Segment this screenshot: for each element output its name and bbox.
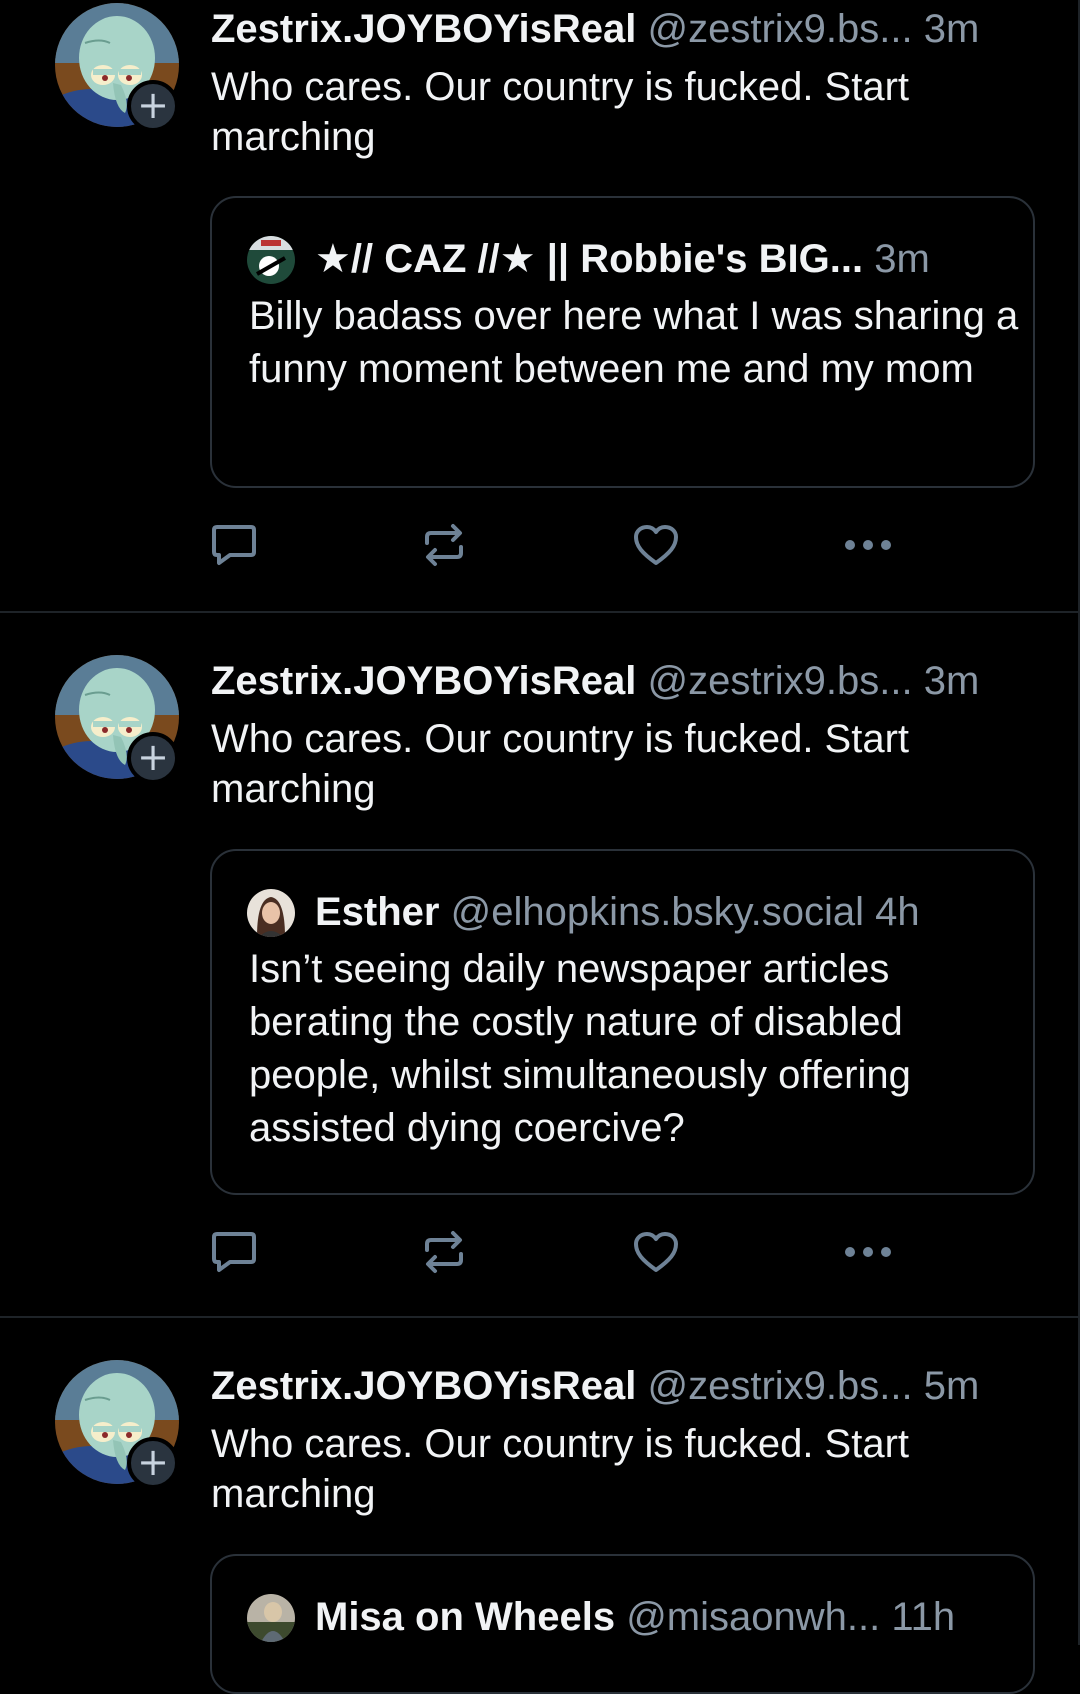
quote-author-name[interactable]: Misa on Wheels bbox=[315, 1595, 615, 1639]
plus-icon: + bbox=[137, 1440, 169, 1484]
reply-button[interactable] bbox=[204, 1222, 264, 1282]
quote-text: Isn’t seeing daily newspaper articles be… bbox=[249, 947, 911, 1150]
repost-button[interactable] bbox=[414, 1222, 474, 1282]
hockey-avatar-icon bbox=[247, 236, 295, 284]
more-options-button[interactable] bbox=[838, 515, 898, 575]
author-name[interactable]: Zestrix.JOYBOYisReal bbox=[211, 1364, 636, 1408]
reply-button[interactable] bbox=[204, 515, 264, 575]
author-name[interactable]: Zestrix.JOYBOYisReal bbox=[211, 659, 636, 703]
quote-author-avatar[interactable] bbox=[247, 889, 295, 937]
repost-button[interactable] bbox=[414, 515, 474, 575]
quote-time[interactable]: 3m bbox=[874, 237, 930, 281]
quote-time[interactable]: 11h bbox=[891, 1595, 955, 1639]
post-1[interactable]: + Zestrix.JOYBOYisReal @zestrix9.bs... 3… bbox=[0, 0, 1078, 611]
post-text: Who cares. Our country is fucked. Start … bbox=[211, 1422, 910, 1516]
quoted-post[interactable]: Esther @elhopkins.bsky.social 4h Isn’t s… bbox=[210, 849, 1035, 1195]
repost-icon bbox=[425, 1231, 463, 1273]
more-options-icon bbox=[845, 1247, 891, 1257]
reply-icon bbox=[212, 1232, 256, 1272]
like-button[interactable] bbox=[626, 1222, 686, 1282]
post-actions bbox=[0, 515, 1078, 575]
post-time[interactable]: 3m bbox=[924, 7, 980, 51]
author-name[interactable]: Zestrix.JOYBOYisReal bbox=[211, 7, 636, 51]
more-options-button[interactable] bbox=[838, 1222, 898, 1282]
post-header: Zestrix.JOYBOYisReal @zestrix9.bs... 3m bbox=[211, 656, 1039, 706]
quoted-post[interactable]: ★// CAZ //★ || Robbie's BIG... 3m Billy … bbox=[210, 196, 1035, 488]
portrait-avatar-icon bbox=[247, 889, 295, 937]
photo-avatar-icon bbox=[247, 1594, 295, 1642]
plus-icon: + bbox=[137, 83, 169, 127]
author-handle[interactable]: @zestrix9.bs... bbox=[648, 659, 913, 703]
quote-author-handle[interactable]: @elhopkins.bsky.social bbox=[451, 890, 864, 934]
post-header: Zestrix.JOYBOYisReal @zestrix9.bs... 5m bbox=[211, 1361, 1039, 1411]
like-button[interactable] bbox=[626, 515, 686, 575]
author-handle[interactable]: @zestrix9.bs... bbox=[648, 1364, 913, 1408]
heart-icon bbox=[634, 525, 678, 565]
post-time[interactable]: 5m bbox=[924, 1364, 980, 1408]
follow-button[interactable]: + bbox=[127, 1437, 179, 1489]
post-feed: + Zestrix.JOYBOYisReal @zestrix9.bs... 3… bbox=[0, 0, 1080, 1694]
post-header: Zestrix.JOYBOYisReal @zestrix9.bs... 3m bbox=[211, 4, 1039, 54]
quote-text: Billy badass over here what I was sharin… bbox=[249, 294, 1019, 391]
quote-header: Misa on Wheels @misaonwh... 11h bbox=[315, 1592, 1015, 1642]
repost-icon bbox=[425, 524, 463, 566]
quote-header: ★// CAZ //★ || Robbie's BIG... 3m bbox=[315, 234, 1015, 284]
heart-icon bbox=[634, 1232, 678, 1272]
post-text: Who cares. Our country is fucked. Start … bbox=[211, 717, 910, 811]
follow-button[interactable]: + bbox=[127, 80, 179, 132]
follow-button[interactable]: + bbox=[127, 732, 179, 784]
quote-time[interactable]: 4h bbox=[875, 890, 920, 934]
quote-author-handle[interactable]: @misaonwh... bbox=[626, 1595, 880, 1639]
more-options-icon bbox=[845, 540, 891, 550]
quote-author-avatar[interactable] bbox=[247, 1594, 295, 1642]
post-text: Who cares. Our country is fucked. Start … bbox=[211, 65, 910, 159]
reply-icon bbox=[212, 525, 256, 565]
quote-header: Esther @elhopkins.bsky.social 4h bbox=[315, 887, 1015, 937]
post-actions bbox=[0, 1222, 1078, 1282]
post-3[interactable]: + Zestrix.JOYBOYisReal @zestrix9.bs... 5… bbox=[0, 1316, 1078, 1694]
quote-author-avatar[interactable] bbox=[247, 236, 295, 284]
quote-author-name[interactable]: Esther bbox=[315, 890, 440, 934]
post-time[interactable]: 3m bbox=[924, 659, 980, 703]
author-handle[interactable]: @zestrix9.bs... bbox=[648, 7, 913, 51]
quote-author-name[interactable]: ★// CAZ //★ || Robbie's BIG... bbox=[315, 237, 863, 281]
plus-icon: + bbox=[137, 735, 169, 779]
quoted-post[interactable]: Misa on Wheels @misaonwh... 11h bbox=[210, 1554, 1035, 1694]
post-2[interactable]: + Zestrix.JOYBOYisReal @zestrix9.bs... 3… bbox=[0, 611, 1078, 1318]
